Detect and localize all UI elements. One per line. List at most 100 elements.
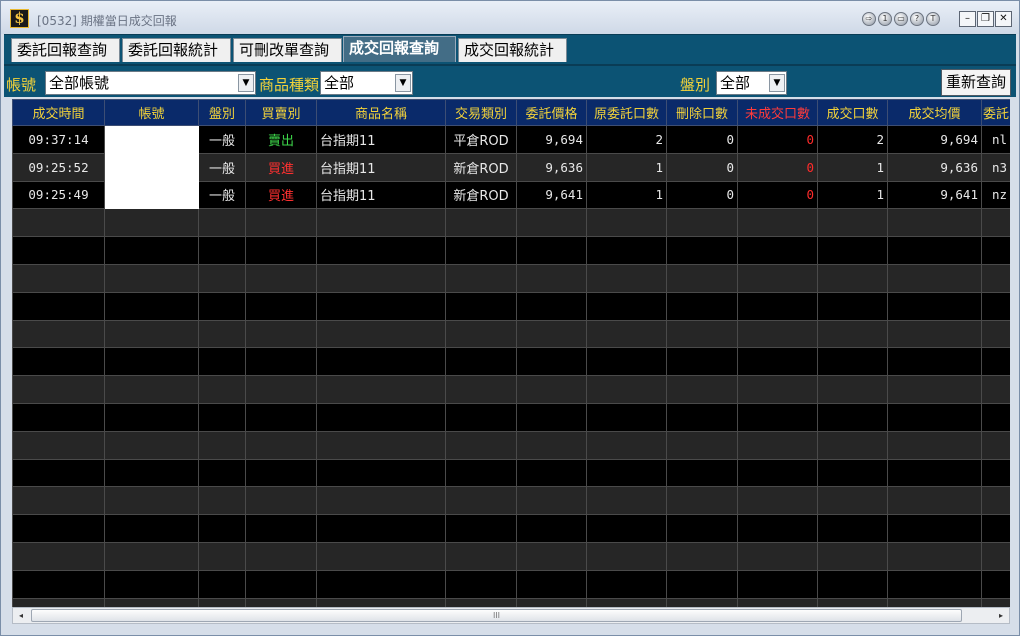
empty-cell: [198, 319, 246, 349]
empty-row[interactable]: [12, 458, 1010, 488]
empty-cell: [817, 291, 888, 321]
empty-row[interactable]: [12, 236, 1010, 265]
product-type-select-value: 全部: [324, 74, 355, 92]
chevron-down-icon[interactable]: ▼: [769, 74, 785, 92]
col-header[interactable]: 未成交口數: [737, 99, 818, 126]
chevron-down-icon[interactable]: ▼: [395, 74, 411, 92]
account-label: 帳號: [6, 76, 37, 94]
number-one-icon[interactable]: 1: [878, 12, 892, 26]
empty-cell: [12, 430, 105, 460]
empty-cell: [12, 208, 105, 238]
col-header[interactable]: 商品名稱: [316, 99, 446, 126]
cell-price: 9,636: [516, 152, 587, 182]
empty-cell: [198, 236, 246, 265]
col-header[interactable]: 買賣別: [245, 99, 317, 126]
close-button[interactable]: ✕: [995, 11, 1012, 27]
cell-time: 09:25:49: [12, 180, 105, 210]
chevron-down-icon[interactable]: ▼: [238, 74, 254, 92]
empty-cell: [445, 319, 517, 349]
empty-cell: [817, 430, 888, 460]
empty-row[interactable]: [12, 347, 1010, 377]
empty-row[interactable]: [12, 263, 1010, 293]
minimize-button[interactable]: –: [959, 11, 976, 27]
cell-account: [104, 152, 199, 182]
product-type-select[interactable]: 全部 ▼: [320, 71, 413, 95]
empty-cell: [198, 486, 246, 516]
empty-cell: [586, 263, 667, 293]
empty-cell: [586, 569, 667, 599]
empty-cell: [586, 319, 667, 349]
empty-cell: [586, 208, 667, 238]
col-header[interactable]: 成交均價: [887, 99, 982, 126]
empty-cell: [245, 319, 317, 349]
cell-avg-price: 9,641: [887, 180, 982, 210]
empty-cell: [198, 569, 246, 599]
empty-row[interactable]: [12, 208, 1010, 238]
empty-cell: [245, 236, 317, 265]
export-icon[interactable]: ⇨: [862, 12, 876, 26]
table-row[interactable]: 09:25:49 一般 買進 台指期11 新倉ROD 9,641 1 0 0 1 9,641 nz: [12, 180, 1010, 210]
empty-cell: [12, 347, 105, 377]
requery-button[interactable]: 重新查詢: [941, 69, 1011, 96]
topmost-icon[interactable]: T: [926, 12, 940, 26]
account-select[interactable]: 全部帳號 ▼: [45, 71, 256, 95]
col-header[interactable]: 原委託口數: [586, 99, 667, 126]
empty-cell: [887, 319, 982, 349]
empty-cell: [887, 569, 982, 599]
empty-cell: [316, 236, 446, 265]
tab-order-report-query[interactable]: 委託回報查詢: [11, 38, 120, 62]
scrollbar-thumb[interactable]: III: [31, 609, 962, 622]
empty-row[interactable]: [12, 514, 1010, 543]
table-row[interactable]: 09:25:52 一般 買進 台指期11 新倉ROD 9,636 1 0 0 1 9,636 n3: [12, 152, 1010, 182]
col-header[interactable]: 成交口數: [817, 99, 888, 126]
empty-cell: [445, 514, 517, 543]
empty-cell: [666, 208, 738, 238]
col-header[interactable]: 成交時間: [12, 99, 105, 126]
maximize-button[interactable]: ❐: [977, 11, 994, 27]
empty-cell: [737, 541, 818, 571]
scroll-left-icon[interactable]: ◂: [13, 608, 29, 623]
empty-row[interactable]: [12, 486, 1010, 516]
empty-row[interactable]: [12, 402, 1010, 432]
empty-row[interactable]: [12, 319, 1010, 349]
empty-cell: [445, 486, 517, 516]
print-icon[interactable]: ▭: [894, 12, 908, 26]
help-icon[interactable]: ?: [910, 12, 924, 26]
col-header[interactable]: 交易類別: [445, 99, 517, 126]
empty-cell: [516, 569, 587, 599]
empty-cell: [981, 375, 1010, 404]
trade-report-grid[interactable]: 成交時間 帳號 盤別 買賣別 商品名稱 交易類別 委託價格 原委託口數 刪除口數…: [12, 99, 1010, 607]
empty-cell: [245, 430, 317, 460]
col-header[interactable]: 刪除口數: [666, 99, 738, 126]
col-header[interactable]: 委託價格: [516, 99, 587, 126]
empty-cell: [981, 541, 1010, 571]
empty-row[interactable]: [12, 597, 1010, 607]
empty-cell: [198, 263, 246, 293]
cell-price: 9,694: [516, 125, 587, 154]
empty-row[interactable]: [12, 541, 1010, 571]
cell-product: 台指期11: [316, 180, 446, 210]
scroll-right-icon[interactable]: ▸: [993, 608, 1009, 623]
horizontal-scrollbar[interactable]: ◂ III ▸: [12, 607, 1010, 624]
col-header[interactable]: 帳號: [104, 99, 199, 126]
cell-side: 買進: [245, 152, 317, 182]
market-session-select[interactable]: 全部 ▼: [716, 71, 787, 95]
tab-order-report-stats[interactable]: 委託回報統計: [122, 38, 231, 62]
titlebar-tools: ⇨ 1 ▭ ? T: [862, 12, 940, 26]
empty-cell: [666, 319, 738, 349]
empty-row[interactable]: [12, 291, 1010, 321]
empty-cell: [737, 402, 818, 432]
tab-trade-report-query[interactable]: 成交回報查詢: [343, 36, 456, 62]
empty-row[interactable]: [12, 375, 1010, 404]
table-row[interactable]: 09:37:14 一般 賣出 台指期11 平倉ROD 9,694 2 0 0 2 9,694 nl: [12, 125, 1010, 154]
col-header[interactable]: 盤別: [198, 99, 246, 126]
empty-row[interactable]: [12, 430, 1010, 460]
empty-cell: [104, 569, 199, 599]
empty-cell: [104, 347, 199, 377]
empty-cell: [981, 319, 1010, 349]
empty-row[interactable]: [12, 569, 1010, 599]
tab-trade-report-stats[interactable]: 成交回報統計: [458, 38, 567, 62]
cell-trade-type: 新倉ROD: [445, 152, 517, 182]
tab-modifiable-orders[interactable]: 可刪改單查詢: [233, 38, 342, 62]
col-header[interactable]: 委託: [981, 99, 1010, 126]
